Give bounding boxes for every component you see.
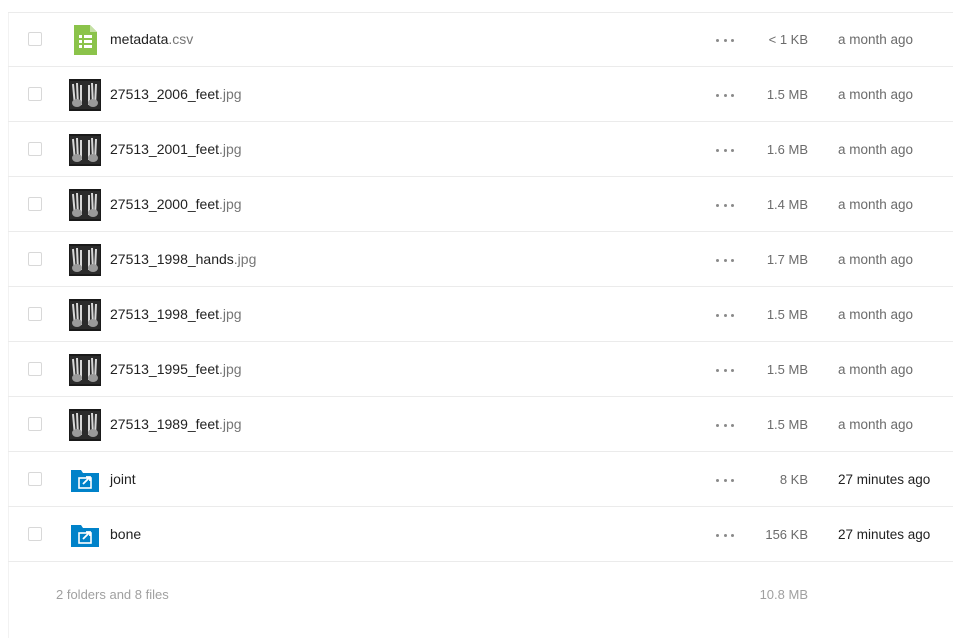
more-actions-icon[interactable] [716,477,734,483]
file-list-summary: 2 folders and 8 files 10.8 MB [8,562,953,628]
more-actions-icon[interactable] [716,532,734,538]
file-size: 1.7 MB [766,252,808,267]
more-actions-icon[interactable] [716,147,734,153]
spreadsheet-icon [69,24,101,56]
select-checkbox[interactable] [28,32,42,46]
file-extension: .csv [168,31,194,47]
more-actions-icon[interactable] [716,202,734,208]
file-name[interactable]: 27513_1995_feet.jpg [110,342,242,397]
file-basename: bone [110,526,142,542]
file-size: 1.5 MB [766,417,808,432]
file-row[interactable]: 27513_1998_hands.jpg 1.7 MB a month ago [8,232,953,287]
shared-folder-icon [69,519,101,551]
file-modified: a month ago [838,307,914,322]
file-basename: metadata [110,31,169,47]
select-checkbox[interactable] [28,527,42,541]
file-basename: 27513_1989_feet [110,416,219,432]
select-checkbox[interactable] [28,307,42,321]
file-size: 1.6 MB [766,142,808,157]
more-actions-icon[interactable] [716,257,734,263]
file-modified: 27 minutes ago [838,527,931,542]
file-row[interactable]: metadata.csv < 1 KB a month ago [8,12,953,67]
file-modified: a month ago [838,252,914,267]
file-basename: 27513_2000_feet [110,196,219,212]
more-actions-icon[interactable] [716,422,734,428]
file-size: 1.5 MB [766,307,808,322]
file-size: 156 KB [765,527,808,542]
file-basename: 27513_2006_feet [110,86,219,102]
select-checkbox[interactable] [28,417,42,431]
file-modified: a month ago [838,197,914,212]
file-modified: a month ago [838,142,914,157]
file-name[interactable]: 27513_2001_feet.jpg [110,122,242,177]
file-size: 1.4 MB [766,197,808,212]
file-basename: 27513_1995_feet [110,361,219,377]
file-name[interactable]: metadata.csv [110,12,193,67]
file-row[interactable]: 27513_2006_feet.jpg 1.5 MB a month ago [8,67,953,122]
file-size: 8 KB [779,472,808,487]
file-row[interactable]: 27513_2001_feet.jpg 1.6 MB a month ago [8,122,953,177]
file-modified: a month ago [838,362,914,377]
more-actions-icon[interactable] [716,367,734,373]
select-checkbox[interactable] [28,472,42,486]
select-checkbox[interactable] [28,142,42,156]
file-row[interactable]: 27513_1989_feet.jpg 1.5 MB a month ago [8,397,953,452]
file-size: 1.5 MB [766,362,808,377]
file-list: metadata.csv < 1 KB a month ago 27513_2006_… [8,12,953,628]
select-checkbox[interactable] [28,362,42,376]
summary-total-size: 10.8 MB [759,587,808,602]
file-row[interactable]: 27513_1995_feet.jpg 1.5 MB a month ago [8,342,953,397]
file-modified: a month ago [838,87,914,102]
file-name[interactable]: 27513_2006_feet.jpg [110,67,242,122]
file-row[interactable]: joint 8 KB 27 minutes ago [8,452,953,507]
file-modified: a month ago [838,417,914,432]
more-actions-icon[interactable] [716,312,734,318]
file-modified: a month ago [838,32,914,47]
file-name[interactable]: bone [110,507,141,562]
xray-thumbnail [69,189,101,221]
file-name[interactable]: 27513_2000_feet.jpg [110,177,242,232]
more-actions-icon[interactable] [716,92,734,98]
xray-thumbnail [69,354,101,386]
file-row[interactable]: bone 156 KB 27 minutes ago [8,507,953,562]
file-name[interactable]: 27513_1989_feet.jpg [110,397,242,452]
file-extension: .jpg [219,416,242,432]
xray-thumbnail [69,409,101,441]
file-name[interactable]: 27513_1998_hands.jpg [110,232,256,287]
file-row[interactable]: 27513_2000_feet.jpg 1.4 MB a month ago [8,177,953,232]
file-extension: .jpg [219,141,242,157]
file-name[interactable]: joint [110,452,136,507]
select-checkbox[interactable] [28,87,42,101]
file-extension: .jpg [219,306,242,322]
file-extension: .jpg [219,86,242,102]
file-size: 1.5 MB [766,87,808,102]
file-extension: .jpg [219,361,242,377]
xray-thumbnail [69,79,101,111]
file-modified: 27 minutes ago [838,472,931,487]
more-actions-icon[interactable] [716,37,734,43]
file-basename: 27513_1998_hands [110,251,234,267]
file-basename: 27513_2001_feet [110,141,219,157]
summary-count: 2 folders and 8 files [56,587,169,602]
file-basename: 27513_1998_feet [110,306,219,322]
xray-thumbnail [69,134,101,166]
file-size: < 1 KB [768,32,808,47]
select-checkbox[interactable] [28,197,42,211]
shared-folder-icon [69,464,101,496]
file-row[interactable]: 27513_1998_feet.jpg 1.5 MB a month ago [8,287,953,342]
file-rows: metadata.csv < 1 KB a month ago 27513_2006_… [8,12,953,562]
file-name[interactable]: 27513_1998_feet.jpg [110,287,242,342]
file-extension: .jpg [219,196,242,212]
xray-thumbnail [69,299,101,331]
xray-thumbnail [69,244,101,276]
file-basename: joint [110,471,136,487]
select-checkbox[interactable] [28,252,42,266]
file-extension: .jpg [233,251,257,267]
